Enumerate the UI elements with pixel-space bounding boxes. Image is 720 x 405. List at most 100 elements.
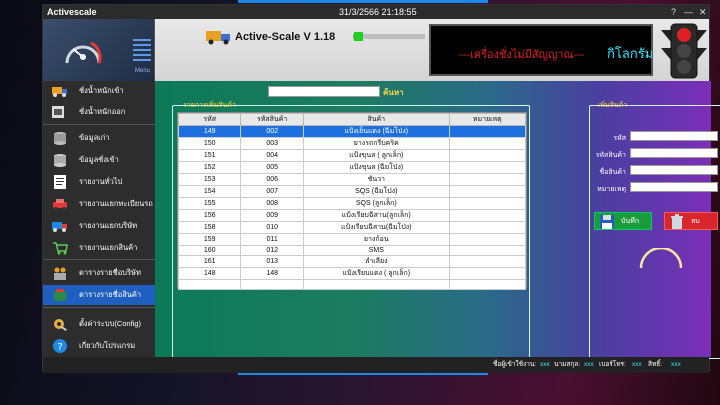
table-row[interactable]: 158 010 แป้งเรียบฉีสาน(ฉีมโป่ง): [177, 221, 527, 234]
sidebar-item-old-data[interactable]: ข้อมูลเก่า: [43, 128, 155, 148]
table-cell: 155: [177, 197, 242, 210]
table-row[interactable]: 149 002 แป้งเย็นแดง (ฉีมโป่ง): [177, 125, 527, 138]
table-cell: 159: [177, 233, 242, 246]
close-button[interactable]: ✕: [699, 5, 707, 19]
product-list-group: รายการเพิ่มสินค้า รหัส รหัสสินค้า สินค้า…: [172, 102, 530, 359]
sidebar-item-report-by-company[interactable]: รายงานแยกบริษัท: [43, 216, 155, 236]
report-icon: [54, 175, 66, 189]
sidebar-item-label: เกี่ยวกับโปรแกรม: [79, 341, 136, 350]
help-button[interactable]: ?: [671, 5, 676, 19]
table-cell: [448, 255, 527, 269]
table-row[interactable]: 159 011 ยางก้อน: [177, 233, 527, 246]
traffic-light-icon: [661, 23, 707, 79]
delete-button[interactable]: ลบ: [664, 212, 718, 230]
sidebar: ชั่งน้ำหนักเข้า ชั่งน้ำหนักออก ข้อมูลเก่…: [43, 81, 155, 357]
sidebar-item-general-report[interactable]: รายงานทั่วไป: [43, 172, 155, 192]
column-header-note[interactable]: หมายเหตุ: [448, 113, 527, 126]
table-row[interactable]: 155 008 SQS (ลูกเล็ก): [177, 197, 527, 210]
column-header-product[interactable]: สินค้า: [302, 113, 450, 126]
main-panel: ค้นหา รายการเพิ่มสินค้า รหัส รหัสสินค้า …: [155, 81, 720, 359]
table-cell: [448, 267, 527, 281]
sidebar-item-label: ข้อมูลชั่งเข้า: [79, 155, 119, 164]
settings-wrench-icon: [54, 319, 67, 331]
table-cell: แป้งเรียบแดง ( ลูกเล็ก): [302, 267, 450, 281]
table-cell: [448, 197, 527, 210]
sidebar-item-weigh-in-data[interactable]: ข้อมูลชั่งเข้า: [43, 150, 155, 170]
table-cell: แป้งขุนล ( ลูกเล็ก): [302, 149, 450, 162]
table-cell: [448, 161, 527, 174]
search-label: ค้นหา: [383, 88, 404, 97]
table-row[interactable]: 148 148 แป้งเรียบแดง ( ลูกเล็ก): [177, 267, 527, 281]
user-label: ชื่อผู้เข้าใช้งาน:: [493, 361, 537, 368]
table-cell: [240, 279, 304, 291]
sidebar-item-weigh-in[interactable]: ชั่งน้ำหนักเข้า: [43, 81, 155, 101]
sidebar-item-label: ชั่งน้ำหนักออก: [79, 107, 126, 116]
sidebar-item-label: รายงานทั่วไป: [79, 177, 123, 186]
table-cell: 158: [177, 221, 242, 234]
group-title: รายการเพิ่มสินค้า: [183, 102, 237, 109]
table-row[interactable]: 150 003 ยางรถกรีบคริค: [177, 137, 527, 150]
sidebar-item-report-by-product[interactable]: รายงานแยกสินค้า: [43, 238, 155, 258]
car-icon: [53, 199, 67, 211]
id-label: รหัส: [613, 135, 626, 142]
sidebar-item-company-table[interactable]: ตารางรายชื่อบริษัท: [43, 263, 155, 283]
table-cell: [448, 125, 527, 138]
product-code-field[interactable]: [630, 148, 718, 158]
database-icon: [54, 154, 66, 167]
table-cell: 013: [240, 255, 304, 269]
phone-value: xxx: [632, 361, 642, 368]
table-cell: 010: [240, 221, 304, 234]
note-label: หมายเหตุ: [597, 186, 626, 193]
permission-value: xxx: [671, 361, 681, 368]
truck-in-icon: [52, 87, 67, 97]
sidebar-item-report-by-plate[interactable]: รายงานแยกทะเบียนรถ: [43, 194, 155, 214]
table-cell: 008: [240, 197, 304, 210]
note-field[interactable]: [630, 182, 718, 192]
sidebar-item-label: รายงานแยกบริษัท: [79, 221, 138, 230]
help-circle-icon: ?: [53, 339, 67, 353]
phone-label: เบอร์โทร:: [599, 361, 626, 368]
table-cell: 148: [240, 267, 304, 281]
table-cell: 156: [177, 209, 242, 222]
surname-label: นามสกุล:: [554, 361, 581, 368]
product-table[interactable]: รหัส รหัสสินค้า สินค้า หมายเหตุ 149 002 แป…: [177, 112, 527, 291]
sidebar-item-config[interactable]: ตั้งค่าระบบ(Config): [43, 314, 155, 334]
sidebar-item-product-table[interactable]: ตารางรายชื่อสินค้า: [43, 285, 155, 305]
column-header-id[interactable]: รหัส: [177, 113, 242, 126]
sidebar-item-label: รายงานแยกสินค้า: [79, 243, 138, 252]
save-button[interactable]: บันทึก: [594, 212, 652, 230]
minimize-button[interactable]: —: [684, 5, 693, 19]
table-cell: [448, 149, 527, 162]
title-bar: Activescale 31/3/2566 21:18:55 ? — ✕: [43, 5, 709, 19]
table-cell: 150: [177, 137, 242, 150]
table-body: 149 002 แป้งเย็นแดง (ฉีมโป่ง) 150 003 ยางรถกร…: [177, 125, 527, 291]
product-name-label: ชื่อสินค้า: [599, 169, 626, 176]
table-row[interactable]: 153 006 ชันวา: [177, 173, 527, 186]
product-name-field[interactable]: [630, 165, 718, 175]
sidebar-item-weigh-out[interactable]: ชั่งน้ำหนักออก: [43, 102, 155, 122]
id-field[interactable]: [630, 131, 718, 141]
table-cell: แป้งเรียบฉีสาน(ฉีมโป่ง): [302, 221, 450, 234]
table-row[interactable]: 160 012 SMS: [177, 244, 527, 257]
column-header-product-code[interactable]: รหัสสินค้า: [240, 113, 304, 126]
cart-icon: [53, 242, 68, 255]
table-row[interactable]: 151 004 แป้งขุนล ( ลูกเล็ก): [177, 149, 527, 162]
accent-bar-top: [238, 0, 488, 3]
product-box-icon: [54, 289, 66, 301]
search-input[interactable]: [268, 86, 380, 97]
header: Menu Active-Scale V 1.18 ---เครื่องชั่งไ…: [43, 19, 709, 81]
sidebar-item-about[interactable]: ? เกี่ยวกับโปรแกรม: [43, 336, 155, 356]
table-row[interactable]: 152 005 แป้งขุนล (ฉีมโป่ง): [177, 161, 527, 174]
table-row[interactable]: 156 009 แป้งเรียบฉีสาน(ลูกเล็ก): [177, 209, 527, 222]
table-cell: 004: [240, 149, 304, 162]
table-cell: 012: [240, 244, 304, 257]
table-row[interactable]: 154 007 SQS (ฉีมโป่ง): [177, 185, 527, 198]
table-cell: 007: [240, 185, 304, 198]
surname-value: xxx: [584, 361, 594, 368]
scale-status-message: ---เครื่องชั่งไม่มีสัญญาณ---: [459, 49, 585, 61]
sidebar-item-label: รายงานแยกทะเบียนรถ: [79, 199, 153, 208]
table-cell: 005: [240, 161, 304, 174]
table-row[interactable]: 161 013 ลำเลียง: [177, 255, 527, 269]
delete-label: ลบ: [691, 218, 700, 225]
menu-icon[interactable]: [133, 39, 151, 64]
